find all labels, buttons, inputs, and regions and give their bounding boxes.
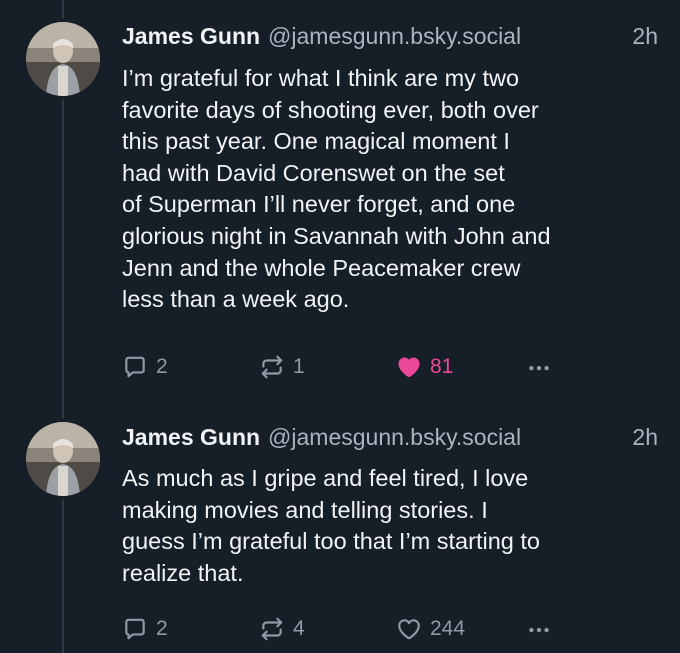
author-name[interactable]: James Gunn (122, 21, 260, 51)
more-options-button[interactable] (526, 614, 552, 644)
post[interactable]: James Gunn @jamesgunn.bsky.social 2h As … (0, 400, 680, 653)
more-dots-icon (529, 627, 549, 633)
repost-button[interactable]: 1 (259, 352, 305, 382)
more-options-button[interactable] (526, 352, 552, 382)
repost-count: 1 (293, 355, 305, 378)
like-count: 244 (430, 617, 466, 640)
post-header: James Gunn @jamesgunn.bsky.social 2h (122, 21, 658, 51)
repost-count: 4 (293, 617, 305, 640)
like-button[interactable]: 81 (396, 352, 453, 382)
repost-icon (261, 355, 283, 379)
avatar[interactable] (26, 22, 100, 96)
post-text: As much as I gripe and feel tired, I lov… (122, 465, 540, 586)
post-timestamp[interactable]: 2h (632, 422, 658, 452)
post-actions: 2 4 244 (122, 614, 582, 644)
post-text: I’m grateful for what I think are my two… (122, 65, 551, 313)
reply-icon (125, 618, 145, 640)
avatar[interactable] (26, 422, 100, 496)
reply-count: 2 (156, 355, 168, 378)
like-count: 81 (430, 355, 454, 378)
author-name[interactable]: James Gunn (122, 422, 260, 452)
reply-button[interactable]: 2 (122, 352, 168, 382)
like-button[interactable]: 244 (396, 614, 465, 644)
more-dots-icon (529, 365, 549, 371)
reply-button[interactable]: 2 (122, 614, 168, 644)
author-handle[interactable]: @jamesgunn.bsky.social (268, 422, 521, 452)
avatar-photo-icon (26, 22, 100, 96)
heart-filled-icon (398, 357, 420, 378)
repost-icon (261, 617, 283, 641)
post-actions: 2 1 81 (122, 352, 582, 382)
repost-button[interactable]: 4 (259, 614, 305, 644)
reply-count: 2 (156, 617, 168, 640)
post[interactable]: James Gunn @jamesgunn.bsky.social 2h I’m… (0, 0, 680, 400)
author-handle[interactable]: @jamesgunn.bsky.social (268, 21, 521, 51)
post-timestamp[interactable]: 2h (632, 21, 658, 51)
heart-outline-icon (398, 619, 420, 640)
reply-icon (125, 356, 145, 378)
post-header: James Gunn @jamesgunn.bsky.social 2h (122, 422, 658, 452)
avatar-photo-icon (26, 422, 100, 496)
